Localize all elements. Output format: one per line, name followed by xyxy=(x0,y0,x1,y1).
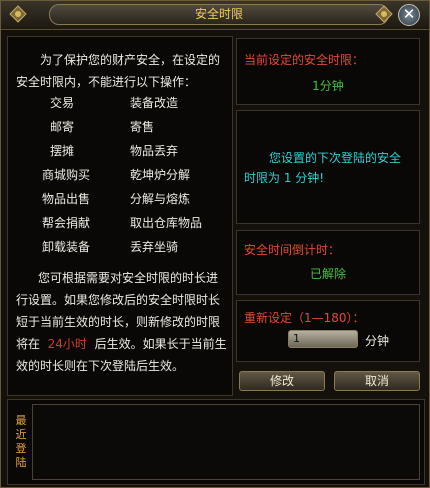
operation-item: 摆摊 xyxy=(50,144,75,158)
operation-item: 邮寄 xyxy=(50,120,75,134)
operation-item: 商城购买 xyxy=(42,168,91,182)
recent-login-log xyxy=(32,404,420,480)
note-line-3: 短于当前生效的时长，则新修改的时限 xyxy=(16,315,221,329)
operation-item: 装备改造 xyxy=(130,96,179,110)
next-login-panel: 您设置的下次登陆的安全 时限为 1 分钟! xyxy=(236,110,420,224)
note-text: 您可根据需要对安全时限的时长进 行设置。如果您修改后的安全时限时长 短于当前生效… xyxy=(16,267,228,377)
note-line-1: 您可根据需要对安全时限的时长进 xyxy=(38,271,219,285)
cancel-button[interactable]: 取消 xyxy=(334,371,420,391)
delay-hours: 24小时 xyxy=(47,337,87,351)
countdown-panel: 安全时间倒计时： 已解除 xyxy=(236,230,420,295)
intro-line-1: 为了保护您的财产安全，在设定的 xyxy=(40,53,221,67)
window-title: 安全时限 xyxy=(49,4,389,25)
next-login-line-2: 时限为 1 分钟! xyxy=(244,171,325,185)
next-login-line-1: 您设置的下次登陆的安全 xyxy=(269,151,402,165)
safety-time-window: 安全时限 ✕ 为了保护您的财产安全，在设定的 安全时限内，不能进行以下操作： 交… xyxy=(0,0,430,488)
operation-item: 分解与熔炼 xyxy=(130,192,191,206)
note-line-4-suffix: 后生效。如果长于当前生 xyxy=(94,337,227,351)
operation-item: 寄售 xyxy=(130,120,155,134)
restrictions-panel: 为了保护您的财产安全，在设定的 安全时限内，不能进行以下操作： 交易 装备改造 … xyxy=(7,36,233,396)
operation-item: 帮会捐献 xyxy=(42,216,91,230)
recent-login-panel: 最近登陆 xyxy=(7,399,425,485)
ornament-right-icon xyxy=(375,5,393,23)
countdown-label: 安全时间倒计时： xyxy=(244,243,341,257)
note-line-5: 效的时长则在下次登陆后生效。 xyxy=(16,359,185,373)
note-line-4: 将在 24小时 后生效。如果长于当前生 xyxy=(16,333,228,355)
reset-label: 重新设定（1—180）： xyxy=(244,311,365,325)
note-line-4-prefix: 将在 xyxy=(16,337,41,351)
recent-login-label: 最近登陆 xyxy=(15,414,27,469)
operation-item: 物品出售 xyxy=(42,192,91,206)
note-line-2: 行设置。如果您修改后的安全时限时长 xyxy=(16,293,221,307)
title-bar: 安全时限 ✕ xyxy=(1,1,429,30)
intro-line-2: 安全时限内，不能进行以下操作： xyxy=(16,75,197,89)
current-setting-value: 1分钟 xyxy=(312,79,344,93)
operation-item: 交易 xyxy=(50,96,75,110)
modify-button[interactable]: 修改 xyxy=(239,371,325,391)
operation-item: 卸载装备 xyxy=(42,240,91,254)
operation-item: 取出仓库物品 xyxy=(130,216,203,230)
ornament-left-icon xyxy=(9,5,27,23)
minutes-input[interactable] xyxy=(288,330,358,348)
intro-text: 为了保护您的财产安全，在设定的 安全时限内，不能进行以下操作： xyxy=(16,49,226,93)
reset-panel: 重新设定（1—180）： 分钟 xyxy=(236,300,420,362)
operation-item: 丢弃坐骑 xyxy=(130,240,179,254)
operation-item: 物品丢弃 xyxy=(130,144,179,158)
close-icon[interactable]: ✕ xyxy=(398,4,420,26)
current-setting-panel: 当前设定的安全时限： 1分钟 xyxy=(236,38,420,105)
current-setting-label: 当前设定的安全时限： xyxy=(244,53,365,67)
operation-item: 乾坤炉分解 xyxy=(130,168,191,182)
minutes-unit: 分钟 xyxy=(365,334,390,348)
countdown-value: 已解除 xyxy=(309,267,346,281)
